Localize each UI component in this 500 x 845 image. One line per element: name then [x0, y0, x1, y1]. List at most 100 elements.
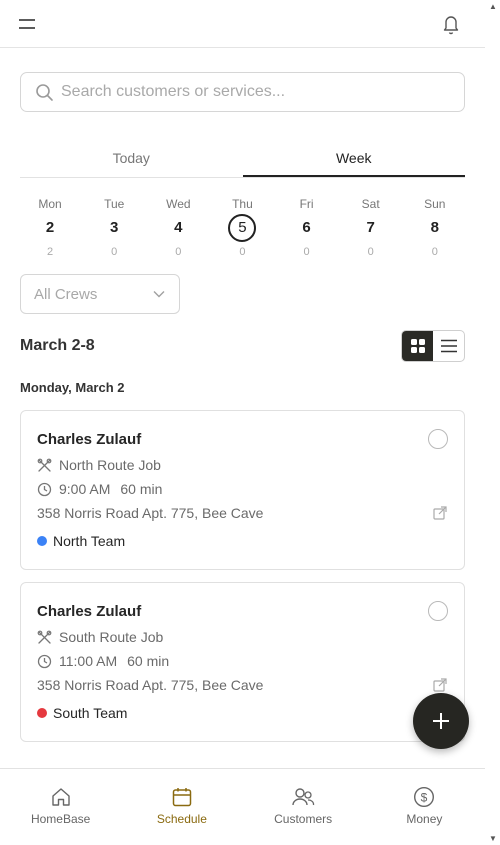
top-bar [0, 0, 485, 48]
day-thu[interactable]: Thu 5 0 [210, 196, 274, 260]
crews-select[interactable]: All Crews [20, 274, 180, 314]
day-job-count: 0 [431, 246, 438, 258]
address-row: 358 Norris Road Apt. 775, Bee Cave [37, 677, 263, 693]
service-name: North Route Job [59, 457, 161, 473]
job-time: 9:00 AM [59, 481, 111, 497]
clock-icon [37, 654, 52, 668]
view-tabs: Today Week [20, 140, 465, 178]
nav-schedule[interactable]: Schedule [121, 769, 242, 845]
service-row: South Route Job [37, 629, 163, 645]
day-section-heading: Monday, March 2 [20, 380, 125, 395]
dollar-icon: $ [414, 786, 435, 808]
nav-homebase[interactable]: HomeBase [0, 769, 121, 845]
complete-checkbox[interactable] [428, 601, 448, 621]
day-job-count: 0 [111, 246, 118, 258]
nav-money[interactable]: $ Money [364, 769, 485, 845]
nav-customers[interactable]: Customers [243, 769, 364, 845]
day-date: 3 [110, 219, 119, 236]
nav-label: Money [406, 812, 443, 826]
day-job-count: 0 [175, 246, 182, 258]
external-link-icon[interactable] [432, 677, 448, 693]
address-row: 358 Norris Road Apt. 775, Bee Cave [37, 505, 263, 521]
plus-icon [433, 713, 449, 729]
nav-label: Schedule [156, 812, 207, 826]
week-strip: Mon 2 2 Tue 3 0 Wed 4 0 Thu 5 0 Fri 6 0 … [18, 196, 467, 260]
day-date: 7 [366, 219, 375, 236]
team-name: South Team [53, 705, 128, 721]
day-fri[interactable]: Fri 6 0 [275, 196, 339, 260]
team-row: South Team [37, 705, 127, 721]
home-icon [51, 788, 70, 806]
calendar-icon [172, 788, 192, 807]
job-duration: 60 min [120, 481, 163, 497]
day-name: Wed [166, 197, 191, 211]
scrollbar[interactable]: ▲ ▼ [485, 0, 500, 845]
day-job-count: 2 [47, 246, 54, 258]
job-address: 358 Norris Road Apt. 775, Bee Cave [37, 505, 264, 521]
tab-week[interactable]: Week [242, 140, 465, 177]
grid-icon [410, 339, 425, 353]
list-view-button[interactable] [433, 331, 464, 361]
crews-select-value: All Crews [34, 286, 98, 303]
job-time: 11:00 AM [59, 653, 118, 669]
job-address: 358 Norris Road Apt. 775, Bee Cave [37, 677, 264, 693]
grid-view-button[interactable] [402, 331, 433, 361]
tools-icon [37, 458, 52, 472]
day-name: Fri [299, 197, 314, 211]
svg-text:$: $ [421, 791, 428, 805]
day-sat[interactable]: Sat 7 0 [339, 196, 403, 260]
complete-checkbox[interactable] [428, 429, 448, 449]
team-color-dot [37, 536, 47, 546]
team-row: North Team [37, 533, 125, 549]
time-row: 11:00 AM 60 min [37, 653, 169, 669]
bottom-navigation: HomeBase Schedule Customers $ Money [0, 768, 485, 845]
search-input[interactable] [61, 79, 451, 105]
day-date: 6 [302, 219, 311, 236]
day-date: 4 [174, 219, 183, 236]
list-icon [440, 339, 457, 353]
app-screen: Today Week Mon 2 2 Tue 3 0 Wed 4 0 Thu 5… [0, 0, 485, 845]
tab-today[interactable]: Today [20, 140, 243, 177]
users-icon [292, 788, 315, 806]
day-name: Sun [424, 197, 446, 211]
job-card[interactable]: Charles Zulauf South Route Job 11:00 AM … [20, 582, 465, 742]
nav-label: HomeBase [30, 812, 91, 826]
day-tue[interactable]: Tue 3 0 [82, 196, 146, 260]
customer-name: Charles Zulauf [37, 431, 142, 448]
job-card[interactable]: Charles Zulauf North Route Job 9:00 AM 6… [20, 410, 465, 570]
external-link-icon[interactable] [432, 505, 448, 521]
day-job-count: 0 [367, 246, 374, 258]
day-name: Tue [104, 197, 125, 211]
view-mode-toggle [401, 330, 465, 362]
service-name: South Route Job [59, 629, 164, 645]
day-date-today: 5 [228, 214, 257, 242]
scroll-down-arrow[interactable]: ▼ [489, 834, 497, 843]
customer-name: Charles Zulauf [37, 603, 142, 620]
clock-icon [37, 482, 52, 496]
search-box [20, 72, 465, 112]
day-name: Thu [232, 197, 253, 211]
search-icon [36, 84, 53, 101]
scroll-up-arrow[interactable]: ▲ [489, 2, 497, 11]
day-date: 2 [45, 219, 55, 236]
team-name: North Team [53, 533, 126, 549]
job-duration: 60 min [127, 653, 170, 669]
bell-icon[interactable] [441, 13, 461, 35]
day-name: Sat [361, 197, 380, 211]
team-color-dot [37, 708, 47, 718]
menu-icon[interactable] [18, 17, 36, 31]
day-job-count: 0 [239, 246, 246, 258]
time-row: 9:00 AM 60 min [37, 481, 162, 497]
date-range-label: March 2-8 [20, 337, 95, 354]
day-mon[interactable]: Mon 2 2 [18, 196, 82, 260]
nav-label: Customers [274, 812, 333, 826]
day-name: Mon [38, 197, 62, 211]
day-sun[interactable]: Sun 8 0 [403, 196, 467, 260]
chevron-down-icon [153, 291, 165, 298]
day-wed[interactable]: Wed 4 0 [146, 196, 210, 260]
add-job-button[interactable] [413, 693, 469, 749]
day-job-count: 0 [303, 246, 310, 258]
day-date: 8 [430, 219, 439, 236]
tools-icon [37, 630, 52, 644]
service-row: North Route Job [37, 457, 161, 473]
